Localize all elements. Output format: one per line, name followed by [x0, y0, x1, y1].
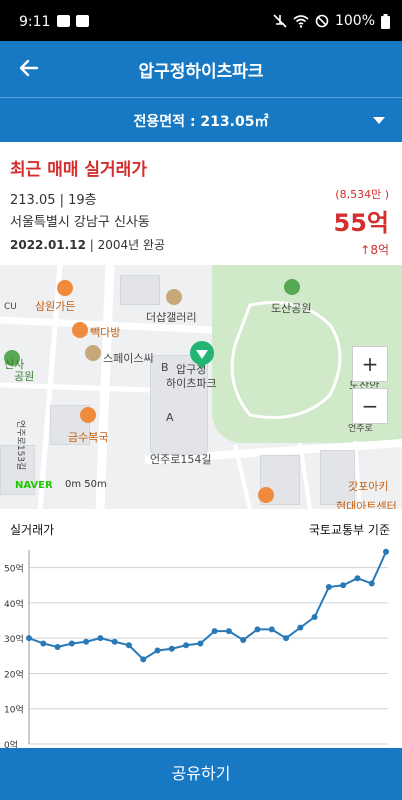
status-right: 100%: [273, 13, 390, 29]
map-scale: 0m 50m: [65, 479, 107, 490]
trade-unit-price: (8,534만 ): [335, 188, 389, 201]
gallery-icon: [57, 15, 70, 27]
map-label-theshop: 더샵갤러리: [146, 311, 197, 324]
map-label-geumsu: 금수복국: [68, 431, 109, 444]
chart-point: [125, 642, 132, 649]
chart-point: [26, 635, 32, 642]
chart-y-tick-label: 10억: [4, 704, 24, 716]
battery-icon: [381, 13, 390, 29]
checkbox-icon: [76, 15, 89, 27]
theater-icon: [85, 345, 101, 361]
trade-price: 55억: [333, 209, 389, 237]
map-label-cu: CU: [4, 302, 17, 312]
area-label: 전용면적 : 213.05㎡: [133, 114, 269, 130]
map-label-apt-b: 하이츠파크: [166, 377, 217, 390]
chart-point: [168, 645, 175, 652]
chart-point: [311, 614, 318, 621]
chart-y-tick-label: 40억: [4, 598, 24, 610]
chart-y-tick-label: 20억: [4, 668, 24, 680]
trade-heading: 최근 매매 실거래가: [10, 160, 147, 180]
chart-point: [240, 636, 247, 643]
park-icon: [284, 279, 300, 295]
gallery-building-icon: [166, 289, 182, 305]
trade-date-line: 2022.01.12 | 2004년 완공: [10, 236, 165, 253]
chart-point: [97, 635, 104, 642]
map-label-spacec: 스페이스씨: [103, 352, 154, 365]
zoom-out-button[interactable]: −: [352, 388, 388, 424]
trade-price-change: ↑8억: [360, 243, 389, 257]
trade-date: 2022.01.12: [10, 238, 86, 252]
area-selector[interactable]: 전용면적 : 213.05㎡: [0, 97, 402, 142]
chart-point: [354, 575, 361, 582]
wifi-icon: [293, 15, 309, 28]
chart-point: [83, 638, 90, 645]
chart-point: [383, 548, 389, 555]
building-block: [120, 275, 160, 305]
zoom-in-button[interactable]: +: [352, 346, 388, 382]
chevron-down-icon[interactable]: [373, 117, 385, 124]
status-time: 9:11: [19, 14, 51, 30]
page-title: 압구정하이츠파크: [138, 62, 264, 82]
mute-icon: [273, 14, 287, 28]
chart-point: [197, 640, 204, 647]
map-label-neighborhood-park: 공원: [14, 370, 35, 383]
naver-logo: NAVER: [15, 480, 53, 491]
map-label-hyundai: 현대아트센터: [336, 500, 397, 509]
chart-y-tick-label: 0억: [4, 739, 18, 748]
price-chart: 0억 10억 20억 30억 40억 50억: [4, 548, 389, 748]
status-bar: 9:11 100%: [0, 0, 402, 41]
cafe-icon: [72, 322, 88, 338]
share-button[interactable]: 공유하기: [0, 748, 402, 800]
chart-point: [183, 642, 190, 649]
chart-point: [211, 628, 218, 635]
chart-point: [368, 580, 375, 587]
location-pin-icon: [190, 341, 214, 369]
battery-percent: 100%: [334, 13, 375, 29]
chart-y-tick-label: 30억: [4, 633, 24, 645]
map-label-block-a: A: [166, 411, 174, 424]
chart-point: [40, 640, 47, 647]
trade-built: | 2004년 완공: [85, 238, 166, 252]
chart-point: [54, 644, 61, 650]
map-label-samwon: 삼원가든: [35, 300, 76, 313]
chart-point: [268, 626, 275, 633]
app-bar: 압구정하이츠파크: [0, 41, 402, 97]
chart-point: [254, 626, 261, 633]
map-label-dosan-park: 도산공원: [271, 302, 312, 315]
map-label-road153: 언주로153길: [15, 420, 25, 471]
restaurant-icon: [80, 407, 96, 423]
chart-point: [154, 647, 161, 654]
map-label-block-b: B: [161, 361, 169, 374]
chart-point: [140, 656, 147, 663]
chart-point: [68, 640, 75, 647]
chart-source: 국토교통부 기준: [308, 523, 390, 537]
chart-point: [225, 628, 232, 635]
dnd-icon: [315, 14, 329, 28]
chart-y-tick-label: 50억: [4, 563, 24, 575]
map-label-gatpo: 갓포아키: [348, 480, 389, 493]
trade-address: 서울특별시 강남구 신사동: [10, 215, 150, 230]
chart-point: [340, 582, 347, 589]
restaurant-icon: [258, 487, 274, 503]
recent-trade-section: 최근 매매 실거래가 213.05 | 19층 서울특별시 강남구 신사동 20…: [0, 142, 402, 265]
chart-title: 실거래가: [10, 523, 55, 537]
chart-point: [283, 635, 290, 642]
chart-point: [297, 624, 304, 631]
location-map[interactable]: 삼원가든 CU 빽다방 스페이스씨 더샵갤러리 도산공원 신사 공원 금수복국 …: [0, 265, 402, 509]
chart-point: [325, 584, 332, 591]
map-label-road154: 언주로154길: [150, 453, 212, 466]
trade-area-floor: 213.05 | 19층: [10, 193, 97, 208]
chart-point: [111, 638, 118, 645]
restaurant-icon: [57, 280, 73, 296]
map-label-bakdabang: 빽다방: [90, 326, 121, 339]
